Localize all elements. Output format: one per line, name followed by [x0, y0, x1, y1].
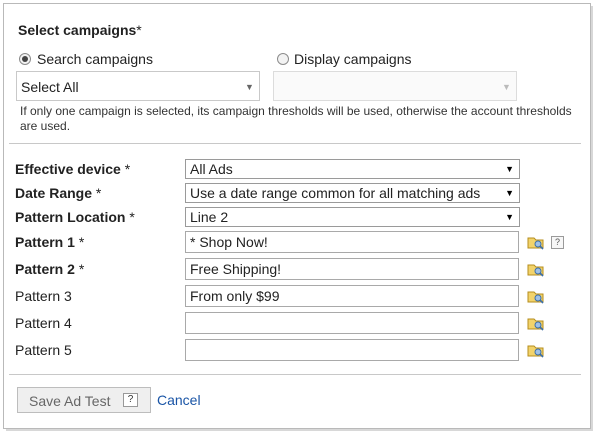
pattern-1-label: Pattern 1 *	[15, 234, 85, 250]
pattern-4-label: Pattern 4	[15, 315, 72, 331]
search-campaigns-label[interactable]: Search campaigns	[37, 51, 153, 67]
search-campaigns-radio[interactable]	[19, 53, 31, 65]
help-icon[interactable]: ?	[123, 393, 138, 407]
pattern-location-value: Line 2	[190, 209, 229, 225]
divider	[9, 143, 581, 144]
search-campaign-select-value: Select All	[21, 79, 79, 95]
date-range-select[interactable]: Use a date range common for all matching…	[185, 183, 520, 203]
threshold-note: If only one campaign is selected, its ca…	[20, 104, 572, 133]
pattern-3-input[interactable]: From only $99	[185, 285, 519, 307]
dropdown-arrow-icon: ▼	[505, 212, 514, 222]
date-range-label: Date Range *	[15, 185, 102, 201]
pattern-2-label: Pattern 2 *	[15, 261, 85, 277]
magic-wand-icon[interactable]	[527, 261, 545, 277]
pattern-4-input[interactable]	[185, 312, 519, 334]
pattern-2-input[interactable]: Free Shipping!	[185, 258, 519, 280]
effective-device-value: All Ads	[190, 161, 233, 177]
dropdown-arrow-icon: ▼	[505, 164, 514, 174]
date-range-value: Use a date range common for all matching…	[190, 185, 481, 201]
save-ad-test-button[interactable]: Save Ad Test ?	[17, 387, 151, 413]
magic-wand-icon[interactable]	[527, 342, 545, 358]
search-campaign-select[interactable]: Select All ▼	[16, 71, 260, 101]
display-campaign-select[interactable]: ▼	[273, 71, 517, 101]
help-icon[interactable]: ?	[551, 236, 564, 249]
divider	[9, 374, 581, 375]
magic-wand-icon[interactable]	[527, 234, 545, 250]
save-ad-test-label: Save Ad Test	[29, 393, 111, 409]
display-campaigns-radio[interactable]	[277, 53, 289, 65]
dropdown-arrow-icon: ▼	[245, 82, 254, 92]
pattern-location-select[interactable]: Line 2 ▼	[185, 207, 520, 227]
dropdown-arrow-icon: ▼	[505, 188, 514, 198]
dropdown-arrow-icon: ▼	[502, 82, 511, 92]
pattern-1-input[interactable]: * Shop Now!	[185, 231, 519, 253]
magic-wand-icon[interactable]	[527, 315, 545, 331]
pattern-5-label: Pattern 5	[15, 342, 72, 358]
effective-device-select[interactable]: All Ads ▼	[185, 159, 520, 179]
cancel-link[interactable]: Cancel	[157, 392, 201, 408]
pattern-5-input[interactable]	[185, 339, 519, 361]
effective-device-label: Effective device *	[15, 161, 131, 177]
magic-wand-icon[interactable]	[527, 288, 545, 304]
pattern-3-label: Pattern 3	[15, 288, 72, 304]
page-title: Select campaigns*	[18, 22, 142, 38]
display-campaigns-label[interactable]: Display campaigns	[294, 51, 412, 67]
pattern-location-label: Pattern Location *	[15, 209, 135, 225]
